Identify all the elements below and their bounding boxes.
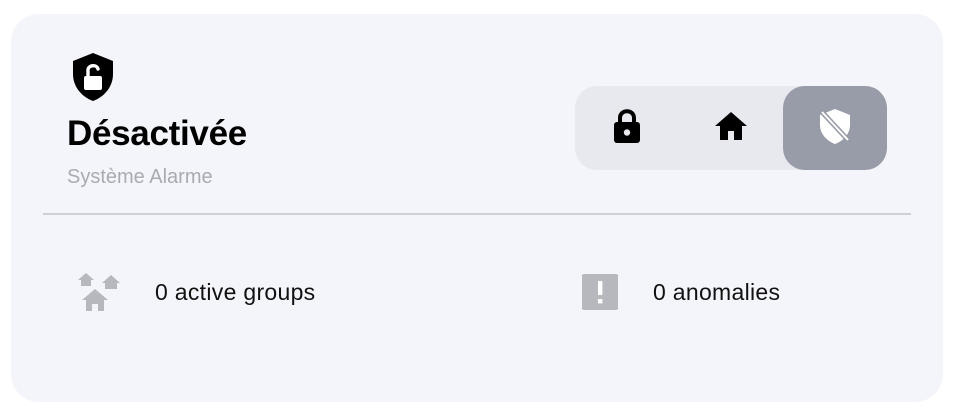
alert-square-icon	[577, 270, 623, 314]
active-groups-label: 0 active groups	[155, 278, 316, 305]
anomalies-stat: 0 anomalies	[577, 270, 780, 314]
alarm-system-subtitle: Système Alarme	[67, 166, 213, 188]
shield-unlocked-icon	[71, 52, 115, 102]
arm-away-button[interactable]	[575, 86, 679, 170]
alarm-status-title: Désactivée	[67, 114, 247, 153]
disarm-button[interactable]	[783, 86, 887, 170]
section-divider	[43, 213, 911, 215]
arm-home-button[interactable]	[679, 86, 783, 170]
active-groups-stat: 0 active groups	[77, 270, 315, 314]
lock-icon	[612, 107, 642, 150]
houses-icon	[77, 270, 123, 314]
shield-off-icon	[817, 107, 853, 150]
alarm-mode-switch	[575, 86, 887, 170]
anomalies-label: 0 anomalies	[653, 278, 781, 305]
alarm-panel-card: Désactivée Système Alarme 0 active group…	[11, 14, 943, 402]
home-icon	[714, 111, 748, 146]
